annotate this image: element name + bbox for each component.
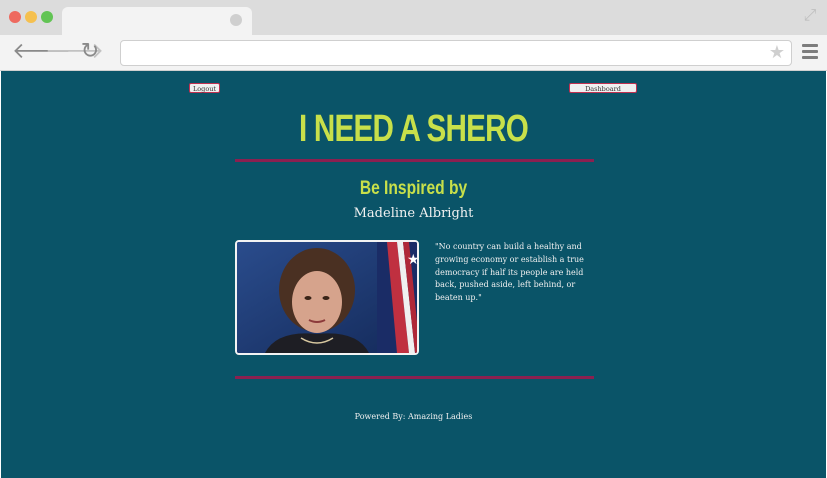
- logout-button[interactable]: Logout: [189, 83, 220, 93]
- footer-credit: Powered By: Amazing Ladies: [354, 412, 473, 421]
- maximize-window-button[interactable]: [41, 11, 53, 23]
- portrait-illustration: ★: [237, 242, 417, 353]
- bottom-divider: [235, 376, 594, 379]
- subtitle: Be Inspired by: [359, 178, 468, 199]
- dashboard-button[interactable]: Dashboard: [569, 83, 637, 93]
- reload-icon[interactable]: ↻: [78, 40, 102, 64]
- page-body: Logout Dashboard I NEED A SHERO Be Inspi…: [1, 71, 826, 478]
- hero-name: Madeline Albright: [353, 206, 474, 221]
- minimize-window-button[interactable]: [25, 11, 37, 23]
- tab-close-icon[interactable]: [230, 14, 242, 26]
- page-title: I NEED A SHERO: [299, 108, 529, 150]
- browser-toolbar: 🡐 🡒 ↻ ★: [0, 35, 827, 71]
- hero-portrait-image: ★: [235, 240, 419, 355]
- top-divider: [235, 159, 594, 162]
- star-icon[interactable]: ★: [769, 42, 785, 64]
- browser-tab[interactable]: [62, 7, 252, 35]
- back-arrow-icon[interactable]: 🡐: [12, 40, 71, 64]
- browser-tab-bar: ⤢: [0, 0, 827, 35]
- hamburger-menu-icon[interactable]: [802, 44, 818, 60]
- close-window-button[interactable]: [9, 11, 21, 23]
- svg-text:★: ★: [407, 252, 417, 268]
- forward-arrow-icon[interactable]: 🡒: [45, 40, 104, 64]
- expand-icon[interactable]: ⤢: [801, 6, 819, 24]
- hero-quote: "No country can build a healthy and grow…: [435, 242, 584, 303]
- address-bar[interactable]: ★: [120, 40, 792, 66]
